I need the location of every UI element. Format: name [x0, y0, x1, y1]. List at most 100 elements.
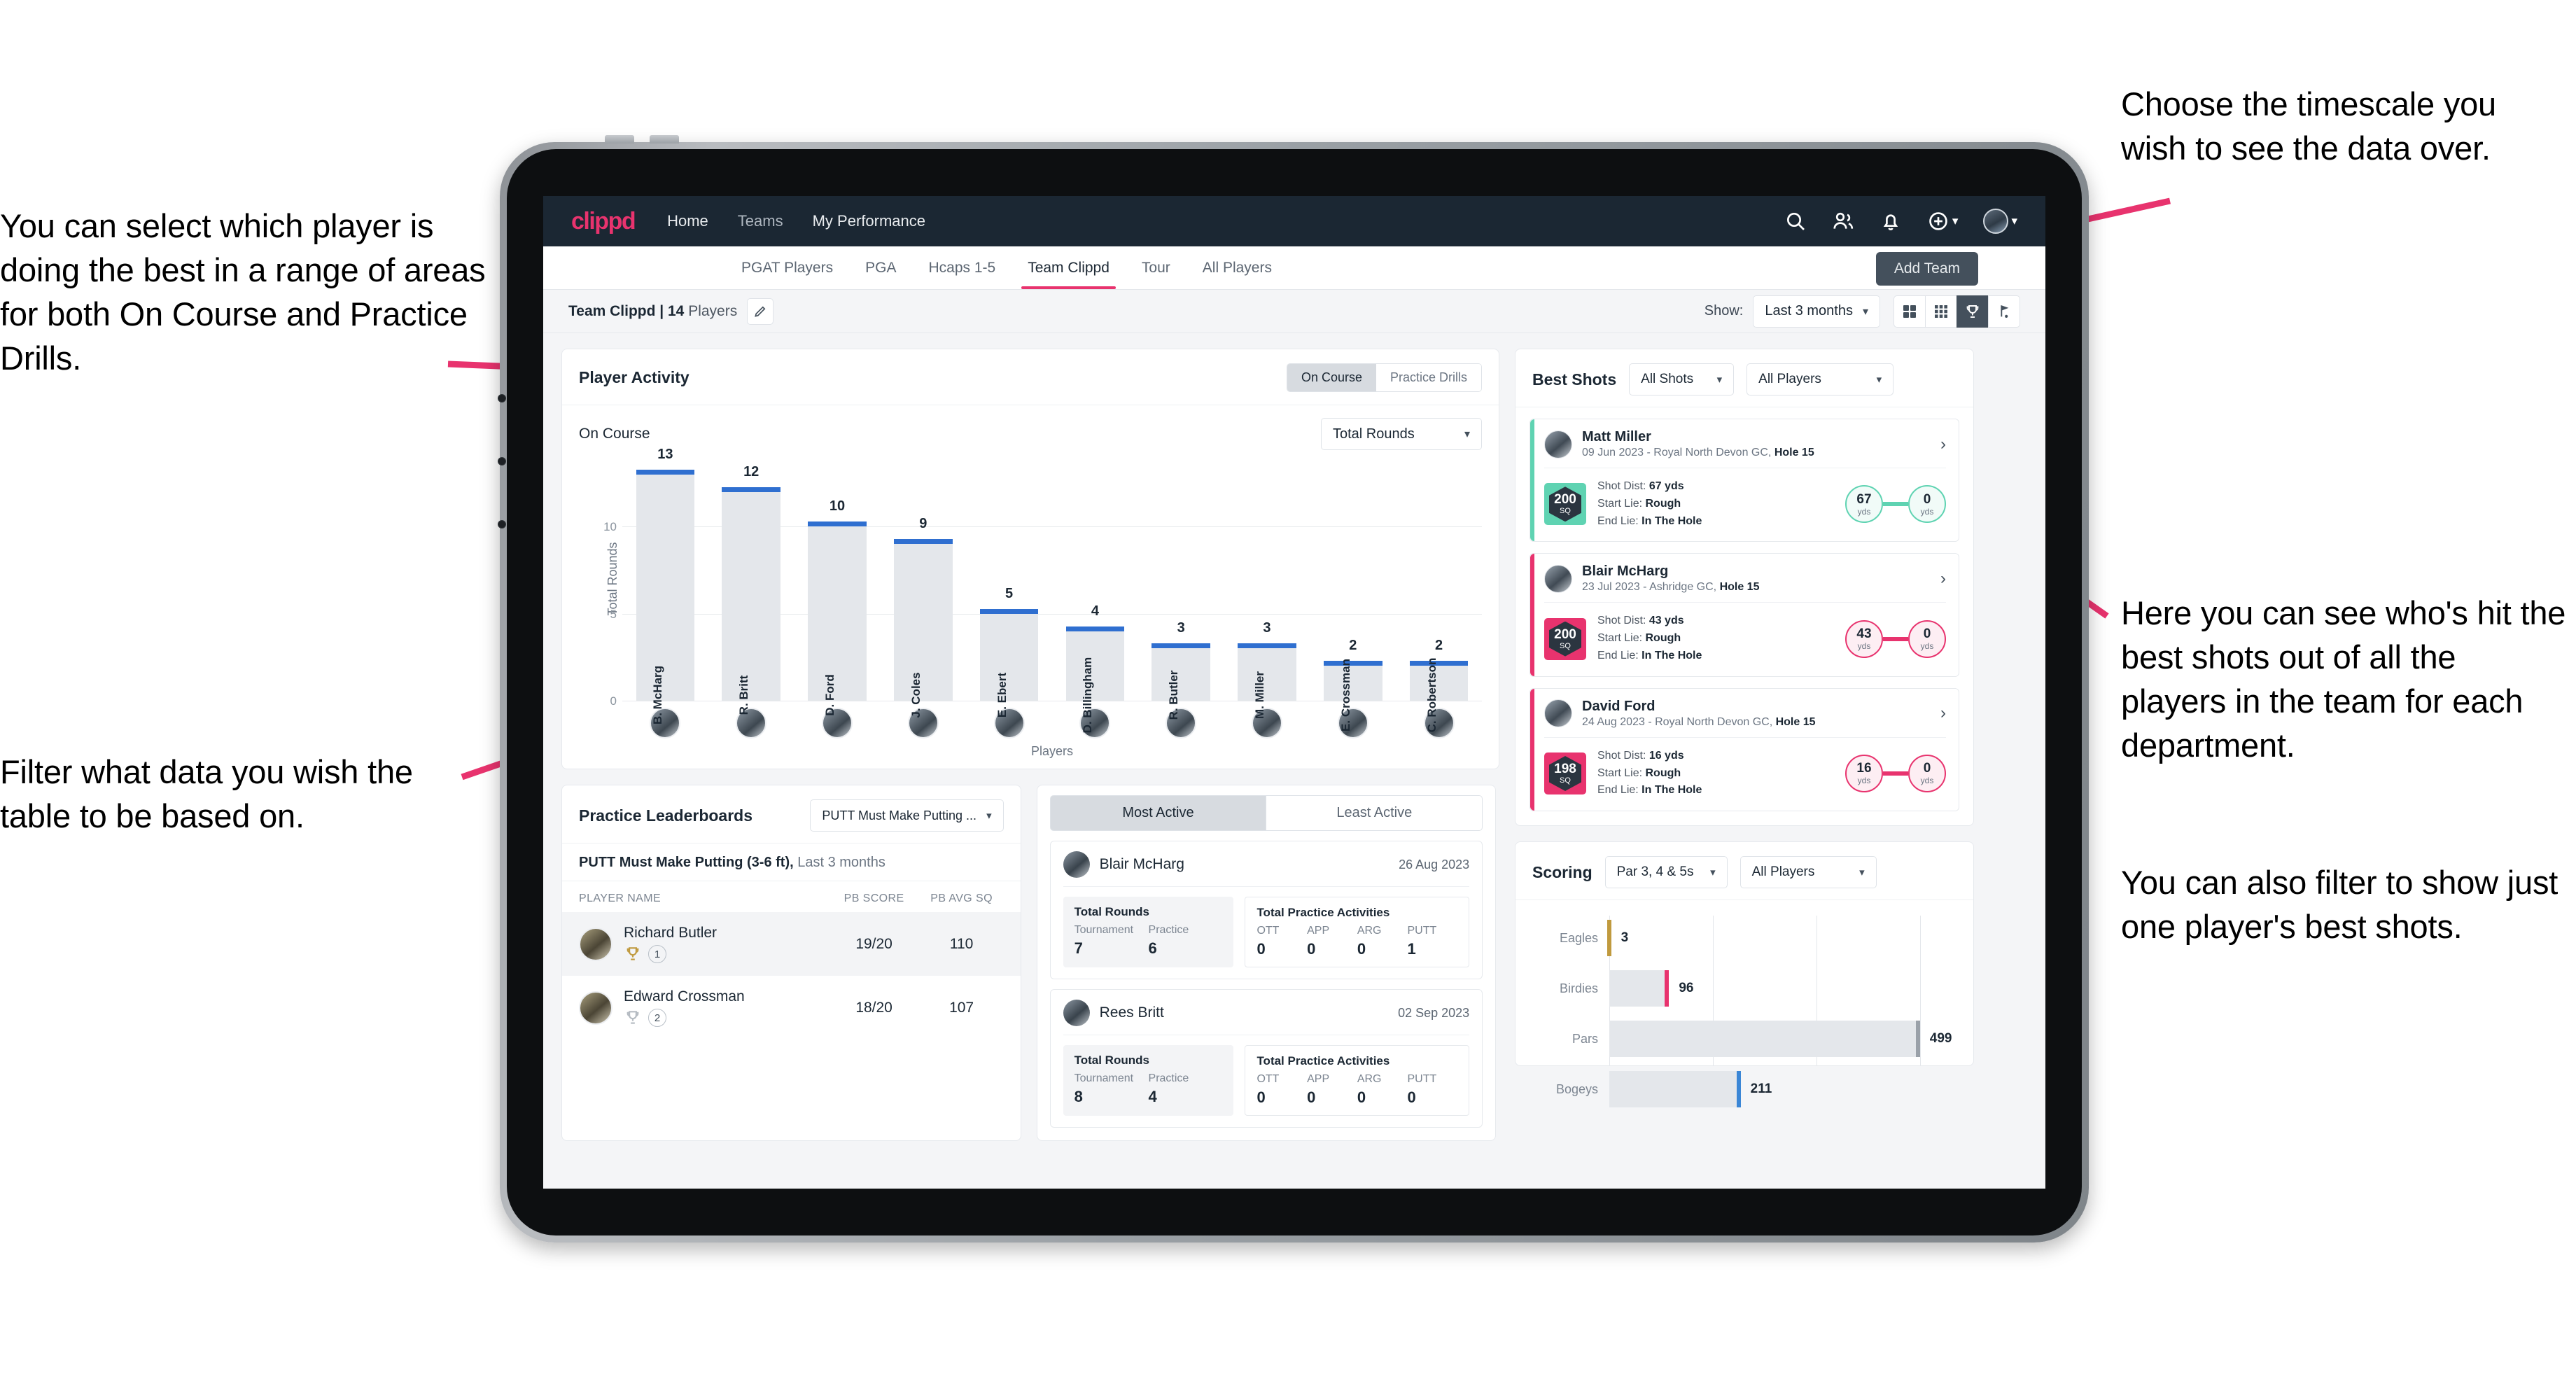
- team-name-label: Team Clippd | 14 Players: [568, 303, 737, 320]
- segment-on-course[interactable]: On Course: [1287, 364, 1376, 391]
- clippd-logo[interactable]: clippd: [571, 208, 636, 235]
- rank-badge: 2: [648, 1009, 666, 1027]
- scoring-player-select[interactable]: All Players ▾: [1740, 856, 1877, 889]
- sq-badge: 200 SQ: [1544, 483, 1586, 526]
- avatar: [1544, 564, 1572, 593]
- plus-circle-icon[interactable]: ▾: [1927, 210, 1958, 232]
- end-distance: 0 yds: [1908, 754, 1946, 792]
- trophy-icon[interactable]: [1956, 295, 1989, 328]
- edit-team-button[interactable]: [747, 298, 774, 325]
- tab-hcaps-1-5[interactable]: Hcaps 1-5: [912, 246, 1011, 289]
- metric-select-value: Total Rounds: [1333, 426, 1415, 442]
- scoring-value-label: 3: [1620, 930, 1629, 946]
- shot-type-select[interactable]: All Shots ▾: [1629, 363, 1735, 396]
- stat-key: APP: [1307, 1073, 1330, 1085]
- scoring-bar-cap: [1736, 1071, 1741, 1108]
- scoring-bar: [1609, 1071, 1741, 1108]
- bar-column[interactable]: 3 R. Butler: [1138, 457, 1224, 720]
- scoring-bar-cap: [1915, 1021, 1920, 1058]
- best-shot-card[interactable]: Matt Miller 09 Jun 2023 - Royal North Dev…: [1530, 419, 1959, 542]
- bar-column[interactable]: 10 D. Ford: [794, 457, 881, 716]
- table-row[interactable]: Edward Crossman 2 18/20 107: [562, 976, 1021, 1040]
- segment-practice-drills[interactable]: Practice Drills: [1376, 364, 1481, 391]
- best-shots-player-select[interactable]: All Players ▾: [1746, 363, 1894, 396]
- bar-column[interactable]: 9 J. Coles: [880, 457, 966, 718]
- top-navigation-bar: clippd Home Teams My Performance ▾ ▾: [543, 196, 2045, 246]
- bar-column[interactable]: 13 B. McHarg: [622, 447, 708, 724]
- avatar[interactable]: ▾: [1983, 209, 2017, 234]
- x-axis-label: Players: [1030, 744, 1074, 758]
- block-title: Total Practice Activities: [1256, 906, 1390, 919]
- dumbbell-bar: [1883, 502, 1908, 507]
- tab-pga[interactable]: PGA: [849, 246, 912, 289]
- scoring-title: Scoring: [1532, 862, 1592, 881]
- bar-value-label: 13: [657, 446, 673, 462]
- golf-flag-icon[interactable]: [1988, 295, 2020, 328]
- scoring-row: Bogeys 211: [1531, 1064, 1958, 1114]
- grid-4-icon[interactable]: [1893, 295, 1926, 328]
- tab-least-active[interactable]: Least Active: [1266, 795, 1483, 831]
- end-distance: 0 yds: [1908, 620, 1946, 658]
- tab-team-clippd[interactable]: Team Clippd: [1011, 246, 1126, 289]
- tab-most-active[interactable]: Most Active: [1049, 795, 1267, 831]
- bar-value-label: 2: [1435, 638, 1443, 654]
- tab-pgat-players[interactable]: PGAT Players: [725, 246, 849, 289]
- bar-column[interactable]: 12 R. Britt: [708, 457, 794, 715]
- scoring-player-value: All Players: [1751, 864, 1815, 880]
- search-icon[interactable]: [1784, 210, 1807, 232]
- avatar: [1063, 1000, 1090, 1026]
- leaderboard-column-headers: PLAYER NAME PB SCORE PB AVG SQ: [562, 881, 1021, 912]
- scoring-row: Eagles 3: [1531, 913, 1958, 963]
- bar-column[interactable]: 2 E. Crossman: [1310, 457, 1396, 732]
- bar-column[interactable]: 2 C. Robertson: [1396, 457, 1482, 732]
- bar-column[interactable]: 3 M. Miller: [1224, 457, 1310, 719]
- nav-link-home[interactable]: Home: [667, 212, 708, 230]
- y-axis-tick: 10: [603, 520, 617, 534]
- par-select[interactable]: Par 3, 4 & 5s ▾: [1604, 856, 1728, 889]
- bar-value-label: 12: [743, 463, 760, 479]
- add-team-button[interactable]: Add Team: [1875, 252, 1978, 286]
- best-shot-card[interactable]: David Ford 24 Aug 2023 - Royal North Devo…: [1530, 687, 1959, 812]
- nav-link-my-performance[interactable]: My Performance: [813, 212, 925, 230]
- chevron-right-icon[interactable]: ›: [1940, 569, 1946, 589]
- chevron-down-icon: ▾: [1464, 428, 1470, 440]
- best-shot-card[interactable]: Blair McHarg 23 Jul 2023 - Ashridge GC, H…: [1530, 553, 1959, 677]
- col-pb-avg-sq: PB AVG SQ: [930, 892, 993, 904]
- bar-column[interactable]: 4 D. Billingham: [1052, 457, 1138, 733]
- col-pb-score: PB SCORE: [844, 892, 904, 904]
- scoring-card: Scoring Par 3, 4 & 5s ▾ All Players ▾ Ea…: [1515, 841, 1974, 1108]
- player-activity-card: Player Activity On Course Practice Drill…: [561, 349, 1499, 769]
- tab-tour[interactable]: Tour: [1126, 246, 1186, 289]
- chevron-right-icon[interactable]: ›: [1940, 435, 1946, 454]
- people-icon[interactable]: [1832, 210, 1854, 232]
- metric-select[interactable]: Total Rounds ▾: [1321, 418, 1482, 450]
- drill-select[interactable]: PUTT Must Make Putting ... ▾: [810, 799, 1004, 832]
- bar: 4 D. Billingham: [1065, 603, 1125, 733]
- scoring-chart: Eagles 3 Birdies 96 Pars 499 Bogeys 211: [1516, 900, 1973, 1108]
- chevron-right-icon[interactable]: ›: [1940, 704, 1946, 723]
- team-player-count: 14: [668, 302, 685, 319]
- timescale-select[interactable]: Last 3 months ▾: [1753, 295, 1880, 328]
- stat-key: Tournament: [1074, 1072, 1134, 1084]
- timescale-value: Last 3 months: [1765, 303, 1853, 318]
- y-axis-tick: 0: [610, 694, 617, 708]
- bar: 3 M. Miller: [1238, 620, 1296, 719]
- leaderboard-drill-name: PUTT Must Make Putting (3-6 ft),: [579, 855, 794, 870]
- bar-category-label: C. Robertson: [1424, 657, 1438, 733]
- bar-column[interactable]: 5 E. Ebert: [966, 457, 1052, 718]
- scoring-value-label: 96: [1679, 981, 1694, 996]
- view-mode-toggle: [1893, 295, 2020, 328]
- grid-9-icon[interactable]: [1925, 295, 1957, 328]
- drill-select-value: PUTT Must Make Putting ...: [822, 808, 977, 822]
- activity-card[interactable]: Blair McHarg 26 Aug 2023 Total Rounds Tourn…: [1049, 841, 1483, 979]
- shot-meta: 23 Jul 2023 - Ashridge GC, Hole 15: [1582, 581, 1760, 594]
- activity-card[interactable]: Rees Britt 02 Sep 2023 Total Rounds Tournam…: [1049, 989, 1483, 1128]
- activity-date: 02 Sep 2023: [1398, 1005, 1470, 1020]
- stat-key: Practice: [1148, 924, 1189, 936]
- stat-key: ARG: [1357, 925, 1382, 937]
- bell-icon[interactable]: [1879, 210, 1902, 232]
- tab-all-players[interactable]: All Players: [1186, 246, 1288, 289]
- chevron-down-icon: ▾: [1716, 374, 1723, 386]
- nav-link-teams[interactable]: Teams: [738, 212, 783, 230]
- table-row[interactable]: Richard Butler 1 19/20 110: [562, 912, 1021, 976]
